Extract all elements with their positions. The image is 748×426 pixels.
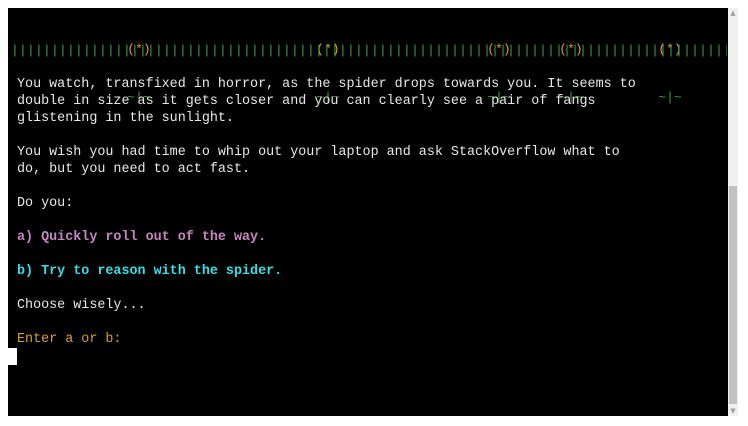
scroll-up-arrow-icon[interactable]: ▲ [728,8,738,18]
scroll-down-arrow-icon[interactable]: ▼ [728,406,738,416]
advice-text: Choose wisely... [17,298,146,313]
story-text: You watch, transfixed in horror, as the … [17,76,722,365]
story-paragraph: You watch, transfixed in horror, as the … [17,77,636,126]
question-text: Do you: [17,196,74,211]
option-a: a) Quickly roll out of the way. [17,230,267,245]
story-paragraph: You wish you had time to whip out your l… [17,145,620,177]
scrollbar-thumb[interactable] [729,186,737,404]
text-cursor[interactable] [8,348,17,365]
terminal-screen[interactable]: (*) ~|~ (*) ~|~ (*) ~|~ (*) ~|~ (*) ~|~ … [8,8,728,416]
grass-line: ||||||||||||||||||||||||||||||||||||||||… [11,44,727,58]
input-prompt: Enter a or b: [17,332,122,347]
option-b: b) Try to reason with the spider. [17,264,283,279]
vertical-scrollbar[interactable]: ▲ ▼ [728,8,738,416]
